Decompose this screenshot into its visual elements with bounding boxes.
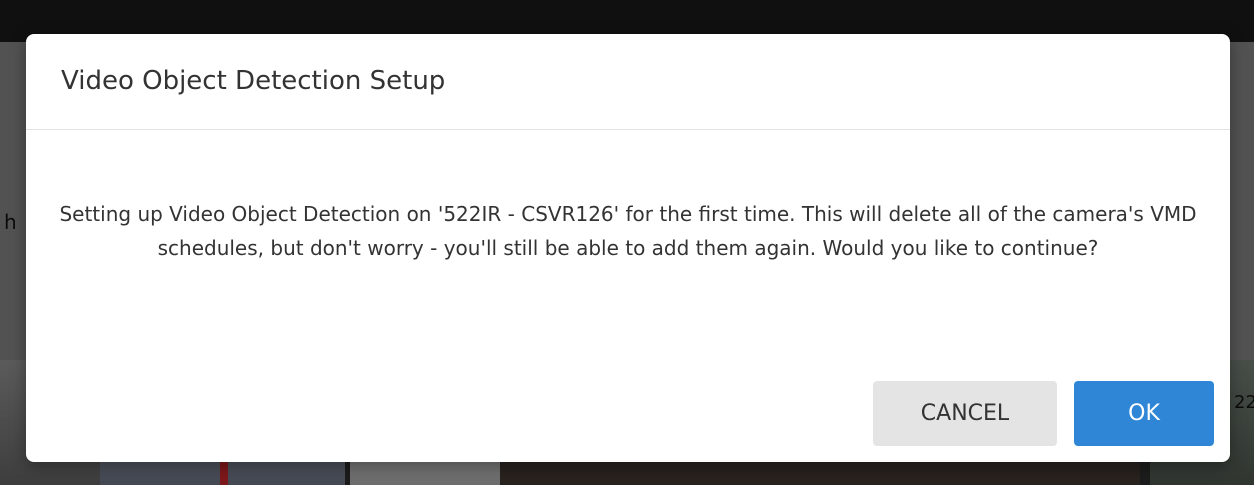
app-screen: h 22 Video Object Detection Setup Settin… xyxy=(0,0,1254,485)
cancel-button[interactable]: CANCEL xyxy=(873,381,1057,446)
dialog-message: Setting up Video Object Detection on '52… xyxy=(59,202,1197,260)
dialog-title: Video Object Detection Setup xyxy=(61,66,446,96)
dialog-header: Video Object Detection Setup xyxy=(26,34,1230,130)
vod-setup-dialog: Video Object Detection Setup Setting up … xyxy=(26,34,1230,462)
ok-button[interactable]: OK xyxy=(1074,381,1214,446)
